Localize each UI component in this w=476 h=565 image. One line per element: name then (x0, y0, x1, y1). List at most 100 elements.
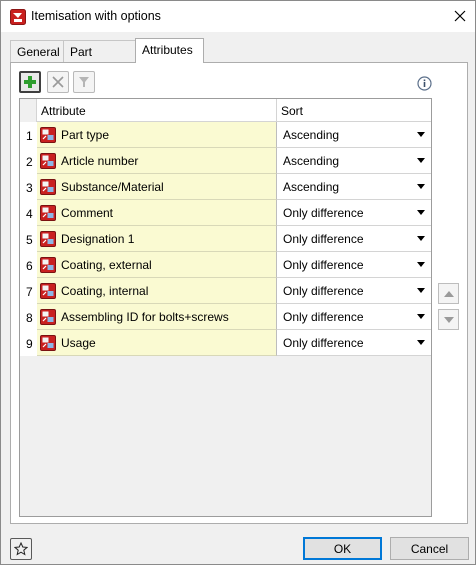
tab-label: Attributes (142, 43, 193, 57)
table-row[interactable]: 3 Substance/Material Ascending (20, 174, 431, 200)
title-bar: Itemisation with options (1, 1, 475, 32)
sort-value: Ascending (283, 154, 340, 168)
attribute-label: Coating, internal (61, 284, 149, 298)
filter-icon (79, 77, 89, 87)
table-row[interactable]: 6 Coating, external Only difference (20, 252, 431, 278)
table-row[interactable]: 1 Part type Ascending (20, 122, 431, 148)
attribute-label: Assembling ID for bolts+screws (61, 310, 229, 324)
attribute-cell[interactable]: Coating, internal (37, 278, 277, 304)
sort-value: Only difference (283, 232, 364, 246)
attribute-icon (40, 231, 56, 247)
filter-button[interactable] (73, 71, 95, 93)
attribute-icon (40, 153, 56, 169)
table-row[interactable]: 2 Article number Ascending (20, 148, 431, 174)
close-icon (454, 10, 466, 22)
window-title: Itemisation with options (31, 9, 161, 23)
attribute-icon (40, 205, 56, 221)
ok-button[interactable]: OK (303, 537, 382, 560)
row-number: 7 (20, 278, 37, 304)
row-number: 4 (20, 200, 37, 226)
grid-corner (20, 99, 37, 122)
attribute-icon (40, 257, 56, 273)
sort-dropdown[interactable]: Ascending (277, 122, 431, 148)
move-down-button[interactable] (438, 309, 459, 330)
attribute-icon (40, 283, 56, 299)
tab-general[interactable]: General (10, 40, 64, 62)
favorites-button[interactable] (10, 538, 32, 560)
chevron-down-icon (417, 158, 425, 163)
attribute-icon (40, 335, 56, 351)
attribute-cell[interactable]: Substance/Material (37, 174, 277, 200)
row-number: 1 (20, 122, 37, 148)
attributes-grid: Attribute Sort 1 Part type Ascending 2 Artic… (19, 98, 432, 517)
move-up-button[interactable] (438, 283, 459, 304)
chevron-down-icon (417, 340, 425, 345)
sort-value: Ascending (283, 128, 340, 142)
add-button[interactable] (19, 71, 41, 93)
sort-dropdown[interactable]: Only difference (277, 330, 431, 356)
attribute-cell[interactable]: Part type (37, 122, 277, 148)
attribute-icon (40, 179, 56, 195)
table-row[interactable]: 9 Usage Only difference (20, 330, 431, 356)
row-number: 9 (20, 330, 37, 356)
attribute-label: Article number (61, 154, 139, 168)
cancel-button[interactable]: Cancel (390, 537, 469, 560)
chevron-down-icon (417, 210, 425, 215)
dialog-window: Itemisation with options General Part gr… (0, 0, 476, 565)
add-icon (24, 76, 36, 88)
attributes-panel: Attribute Sort 1 Part type Ascending 2 Artic… (10, 62, 468, 524)
sort-dropdown[interactable]: Only difference (277, 226, 431, 252)
arrow-down-icon (443, 316, 454, 323)
tab-part-groups[interactable]: Part groups (63, 40, 136, 73)
grid-header: Attribute Sort (20, 99, 431, 122)
attribute-cell[interactable]: Coating, external (37, 252, 277, 278)
sort-dropdown[interactable]: Only difference (277, 252, 431, 278)
close-button[interactable] (445, 1, 475, 31)
chevron-down-icon (417, 132, 425, 137)
sort-dropdown[interactable]: Only difference (277, 304, 431, 330)
chevron-down-icon (417, 288, 425, 293)
table-row[interactable]: 5 Designation 1 Only difference (20, 226, 431, 252)
attribute-cell[interactable]: Article number (37, 148, 277, 174)
chevron-down-icon (417, 314, 425, 319)
row-number: 3 (20, 174, 37, 200)
row-number: 2 (20, 148, 37, 174)
attribute-label: Coating, external (61, 258, 152, 272)
column-header-sort[interactable]: Sort (277, 99, 431, 122)
sort-value: Only difference (283, 258, 364, 272)
delete-button[interactable] (47, 71, 69, 93)
sort-dropdown[interactable]: Only difference (277, 278, 431, 304)
attribute-label: Designation 1 (61, 232, 135, 246)
attribute-cell[interactable]: Assembling ID for bolts+screws (37, 304, 277, 330)
row-number: 6 (20, 252, 37, 278)
attribute-label: Part type (61, 128, 110, 142)
sort-value: Only difference (283, 284, 364, 298)
info-icon[interactable] (417, 76, 432, 91)
attribute-icon (40, 309, 56, 325)
attribute-label: Usage (61, 336, 96, 350)
attribute-label: Comment (61, 206, 114, 220)
table-row[interactable]: 8 Assembling ID for bolts+screws Only diff… (20, 304, 431, 330)
column-header-attribute[interactable]: Attribute (37, 99, 277, 122)
chevron-down-icon (417, 184, 425, 189)
row-number: 8 (20, 304, 37, 330)
table-row[interactable]: 7 Coating, internal Only difference (20, 278, 431, 304)
chevron-down-icon (417, 262, 425, 267)
tab-label: General (17, 45, 60, 59)
attribute-cell[interactable]: Comment (37, 200, 277, 226)
attribute-cell[interactable]: Usage (37, 330, 277, 356)
row-number: 5 (20, 226, 37, 252)
tab-attributes[interactable]: Attributes (135, 38, 204, 63)
attribute-icon (40, 127, 56, 143)
sort-dropdown[interactable]: Ascending (277, 148, 431, 174)
attribute-label: Substance/Material (61, 180, 164, 194)
sort-dropdown[interactable]: Only difference (277, 200, 431, 226)
delete-icon (52, 76, 64, 88)
table-row[interactable]: 4 Comment Only difference (20, 200, 431, 226)
chevron-down-icon (417, 236, 425, 241)
app-icon (10, 9, 26, 25)
attribute-cell[interactable]: Designation 1 (37, 226, 277, 252)
sort-value: Ascending (283, 180, 340, 194)
sort-value: Only difference (283, 206, 364, 220)
sort-dropdown[interactable]: Ascending (277, 174, 431, 200)
